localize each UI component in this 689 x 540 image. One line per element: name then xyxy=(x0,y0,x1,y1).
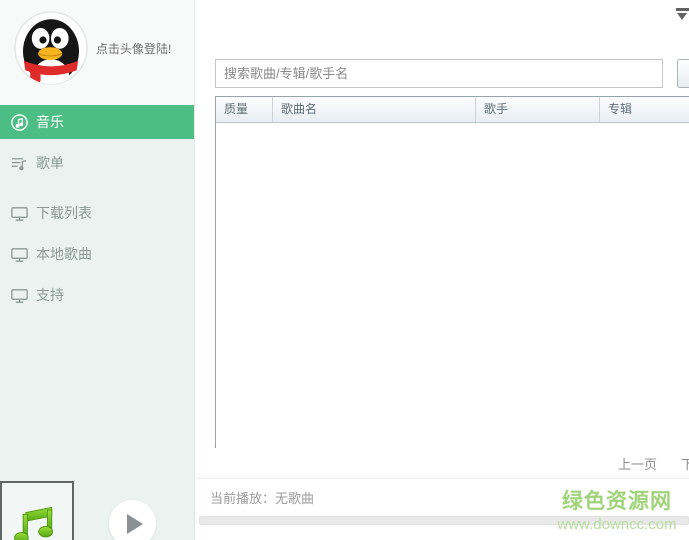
play-icon xyxy=(127,514,143,534)
next-page-link[interactable]: 下一页 xyxy=(681,454,689,473)
sidebar-item-music[interactable]: 音乐 xyxy=(0,105,194,139)
sidebar-item-label: 音乐 xyxy=(36,112,64,132)
qq-penguin-avatar[interactable] xyxy=(11,8,91,88)
column-header-artist[interactable]: 歌手 xyxy=(476,97,600,122)
column-header-song-name[interactable]: 歌曲名 xyxy=(273,97,476,122)
table-header-row: 质量 歌曲名 歌手 专辑 xyxy=(216,97,689,123)
sidebar-item-local-songs[interactable]: 本地歌曲 xyxy=(0,237,194,271)
playback-progress-bar[interactable] xyxy=(199,516,689,525)
column-header-quality[interactable]: 质量 xyxy=(216,97,273,122)
sidebar-item-playlist[interactable]: 歌单 xyxy=(0,146,194,180)
album-art-placeholder xyxy=(0,481,74,540)
watermark-title: 绿色资源网 xyxy=(548,485,686,515)
status-divider xyxy=(196,478,689,479)
prev-page-link[interactable]: 上一页 xyxy=(618,454,657,473)
sidebar-menu: 音乐 歌单 下载列表 本地歌曲 xyxy=(0,105,194,312)
search-input[interactable] xyxy=(215,59,663,88)
table-body-empty xyxy=(216,123,689,448)
monitor-icon xyxy=(10,286,29,305)
play-button[interactable] xyxy=(109,500,156,540)
profile-section: 点击头像登陆! xyxy=(0,0,194,105)
watermark: 绿色资源网 www.downcc.com xyxy=(548,485,686,533)
search-button[interactable] xyxy=(677,59,689,88)
sidebar-item-downloads[interactable]: 下载列表 xyxy=(0,196,194,230)
music-circle-icon xyxy=(10,113,29,132)
sidebar-item-label: 本地歌曲 xyxy=(36,244,92,264)
menu-dropdown-icon[interactable] xyxy=(676,8,689,20)
sidebar-item-support[interactable]: 支持 xyxy=(0,278,194,312)
monitor-icon xyxy=(10,204,29,223)
now-playing-status: 当前播放：无歌曲 xyxy=(210,488,314,507)
sidebar-item-label: 支持 xyxy=(36,285,64,305)
monitor-icon xyxy=(10,245,29,264)
login-prompt[interactable]: 点击头像登陆! xyxy=(96,40,171,57)
song-table: 质量 歌曲名 歌手 专辑 xyxy=(215,96,689,448)
sidebar-item-label: 歌单 xyxy=(36,153,64,173)
sidebar-item-label: 下载列表 xyxy=(36,203,92,223)
column-header-album[interactable]: 专辑 xyxy=(600,97,689,122)
playlist-icon xyxy=(10,154,29,173)
green-music-note-icon xyxy=(11,497,63,540)
sidebar: 点击头像登陆! 音乐 歌单 下载列表 xyxy=(0,0,195,540)
